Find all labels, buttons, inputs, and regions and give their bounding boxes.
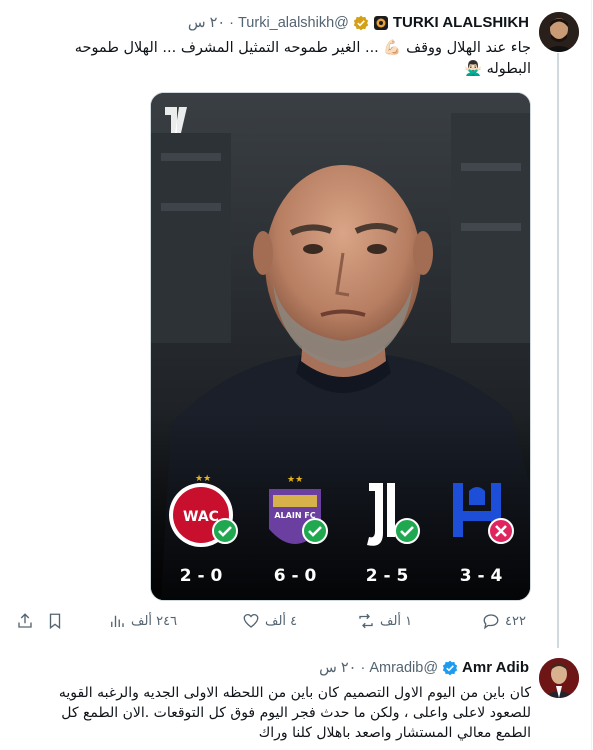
avatar-turki[interactable] <box>539 12 579 52</box>
svg-text:★★: ★★ <box>287 475 303 485</box>
timestamp[interactable]: ٢٠ س <box>319 660 356 676</box>
handle[interactable]: @Amradib <box>369 660 438 676</box>
bookmark-icon <box>49 613 61 630</box>
tweet1-media-image[interactable]: WAC ★★ ALAIN FC ★★ 2 - 0 6 - 0 2 - 5 3 -… <box>150 92 531 601</box>
thread-connector-line <box>557 53 559 648</box>
avatar-amr-adib-image <box>539 658 579 698</box>
svg-text:WAC: WAC <box>183 509 219 525</box>
tweet2-header: Amr Adib @Amradib · ٢٠ س <box>319 659 529 676</box>
score-wydad: 2 - 0 <box>180 566 223 586</box>
column-border <box>591 0 592 750</box>
reply-button[interactable]: ٤٢٢ <box>482 612 526 630</box>
avatar-amr-adib[interactable] <box>539 658 579 698</box>
views-icon <box>111 615 124 627</box>
likes-count: ٤ ألف <box>265 613 298 629</box>
separator-dot: · <box>229 14 234 31</box>
score-alain: 6 - 0 <box>274 566 317 586</box>
avatar-turki-image <box>539 12 579 52</box>
verified-badge-icon <box>442 660 458 676</box>
views-button[interactable]: ٢٤٦ ألف <box>108 612 177 630</box>
share-icon <box>18 613 32 628</box>
guardiola-results-graphic: WAC ★★ ALAIN FC ★★ 2 - 0 6 - 0 2 - 5 3 -… <box>151 93 530 600</box>
like-button[interactable]: ٤ ألف <box>242 612 297 630</box>
display-name[interactable]: TURKI ALALSHIKH <box>393 14 529 31</box>
separator-dot: · <box>360 659 366 676</box>
svg-text:★★: ★★ <box>195 474 211 484</box>
tweet2-text: كان باين من اليوم الاول التصميم كان باين… <box>58 685 531 741</box>
reply-icon <box>483 614 499 630</box>
repost-icon <box>359 613 373 629</box>
repost-button[interactable]: ١ ألف <box>357 612 412 630</box>
score-juventus: 2 - 5 <box>366 566 409 586</box>
display-name[interactable]: Amr Adib <box>462 659 529 676</box>
verified-badge-icon <box>353 15 369 31</box>
share-button[interactable] <box>16 612 34 630</box>
affiliation-badge-icon[interactable] <box>373 15 389 31</box>
views-count: ٢٤٦ ألف <box>131 613 178 629</box>
tweet1-action-bar: ٢٤٦ ألف ٤ ألف ١ ألف ٤٢٢ <box>12 612 532 636</box>
handle[interactable]: @Turki_alalshikh <box>238 15 349 31</box>
heart-icon <box>243 613 259 628</box>
timestamp[interactable]: ٢٠ س <box>188 15 225 31</box>
score-alhilal: 3 - 4 <box>460 566 503 586</box>
alain-crest-label: ALAIN FC <box>274 511 315 520</box>
bookmark-button[interactable] <box>46 612 64 630</box>
tweet1-header: TURKI ALALSHIKH @Turki_alalshikh · ٢٠ س <box>188 14 529 31</box>
tweet1-text: جاء عند الهلال ووقف 💪🏻 ... الغير طموحه ا… <box>74 40 531 77</box>
reposts-count: ١ ألف <box>380 613 413 629</box>
replies-count: ٤٢٢ <box>505 613 526 629</box>
